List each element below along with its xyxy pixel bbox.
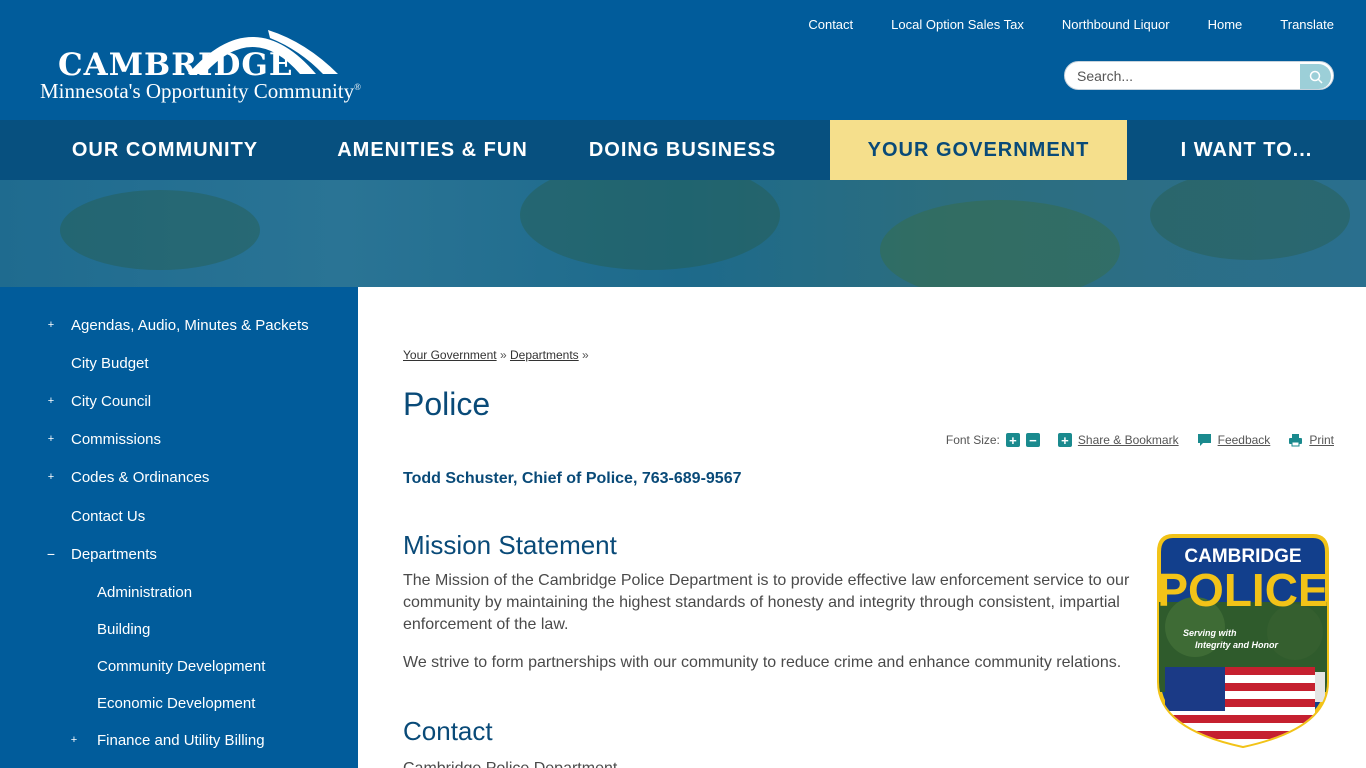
- sidebar-subitem-community-development[interactable]: Community Development: [0, 651, 358, 681]
- chief-contact: Todd Schuster, Chief of Police, 763-689-…: [403, 470, 742, 487]
- util-link-contact[interactable]: Contact: [808, 17, 853, 32]
- sidebar-subitem-administration[interactable]: Administration: [0, 577, 358, 607]
- sidebar-item-commissions[interactable]: + Commissions: [0, 424, 358, 454]
- util-link-translate[interactable]: Translate: [1280, 17, 1334, 32]
- sidebar-item-label: Building: [97, 620, 151, 638]
- print-link[interactable]: Print: [1309, 433, 1334, 447]
- sidebar-subitem-economic-development[interactable]: Economic Development: [0, 688, 358, 718]
- share-bookmark-button[interactable]: + Share & Bookmark: [1057, 433, 1179, 448]
- sidebar-item-label: Departments: [71, 545, 157, 563]
- expand-plus-icon[interactable]: +: [67, 734, 81, 746]
- nav-your-government[interactable]: YOUR GOVERNMENT: [830, 120, 1127, 180]
- sidebar-item-departments[interactable]: − Departments: [0, 539, 358, 569]
- share-plus-icon: +: [1057, 433, 1072, 448]
- breadcrumb-your-government[interactable]: Your Government: [403, 348, 497, 362]
- breadcrumb-departments[interactable]: Departments: [510, 348, 579, 362]
- expand-plus-icon[interactable]: +: [44, 395, 58, 407]
- sidebar-item-codes[interactable]: + Codes & Ordinances: [0, 462, 358, 492]
- site-header: CAMBRIDGE Minnesota's Opportunity Commun…: [0, 0, 1366, 120]
- sidebar-nav: + Agendas, Audio, Minutes & Packets City…: [0, 287, 358, 768]
- collapse-minus-icon[interactable]: −: [44, 546, 58, 562]
- main-nav: OUR COMMUNITY AMENITIES & FUN DOING BUSI…: [0, 120, 1366, 180]
- expand-plus-icon[interactable]: +: [44, 319, 58, 331]
- search-icon: [1309, 70, 1323, 84]
- sidebar-item-city-council[interactable]: + City Council: [0, 386, 358, 416]
- expand-plus-icon[interactable]: +: [44, 433, 58, 445]
- sidebar-subitem-finance[interactable]: + Finance and Utility Billing: [0, 725, 358, 755]
- page-tools: Font Size: + − + Share & Bookmark Feedba…: [945, 433, 1334, 448]
- sidebar-item-label: Contact Us: [71, 507, 146, 525]
- nav-doing-business[interactable]: DOING BUSINESS: [535, 120, 830, 180]
- util-link-home[interactable]: Home: [1208, 17, 1243, 32]
- sidebar-item-label: City Council: [71, 392, 152, 410]
- sidebar-item-label: City Budget: [71, 354, 149, 372]
- mission-text-2: We strive to form partnerships with our …: [403, 654, 1122, 671]
- badge-motto-1: Serving with: [1183, 628, 1237, 638]
- sidebar-item-label: Economic Development: [97, 694, 256, 712]
- util-link-sales-tax[interactable]: Local Option Sales Tax: [891, 17, 1024, 32]
- police-badge-icon: CAMBRIDGE POLICE Serving with Integrity …: [1157, 534, 1329, 749]
- search-box: [1064, 61, 1334, 90]
- nav-amenities-fun[interactable]: AMENITIES & FUN: [330, 120, 535, 180]
- sidebar-item-agendas[interactable]: + Agendas, Audio, Minutes & Packets: [0, 310, 358, 340]
- page-title: Police: [403, 386, 491, 422]
- font-size-label: Font Size:: [945, 433, 1000, 447]
- contact-heading: Contact: [403, 716, 493, 746]
- sidebar-item-label: Agendas, Audio, Minutes & Packets: [71, 316, 309, 334]
- font-increase-icon[interactable]: +: [1005, 433, 1020, 448]
- sidebar-item-label: Codes & Ordinances: [71, 468, 210, 486]
- nav-i-want-to[interactable]: I WANT TO...: [1127, 120, 1366, 180]
- sidebar-item-label: Community Development: [97, 657, 266, 675]
- hero-banner: [0, 180, 1366, 287]
- feedback-button[interactable]: Feedback: [1197, 433, 1271, 447]
- breadcrumb: Your Government » Departments »: [403, 348, 589, 362]
- mission-heading: Mission Statement: [403, 530, 617, 560]
- contact-line: Cambridge Police Department: [403, 758, 1143, 768]
- nav-our-community[interactable]: OUR COMMUNITY: [0, 120, 330, 180]
- sidebar-item-city-budget[interactable]: City Budget: [0, 348, 358, 378]
- print-button[interactable]: Print: [1288, 433, 1334, 447]
- badge-main-text: POLICE: [1157, 564, 1328, 616]
- badge-motto-2: Integrity and Honor: [1195, 640, 1278, 650]
- sidebar-item-label: Finance and Utility Billing: [97, 731, 265, 749]
- cambridge-logo[interactable]: CAMBRIDGE Minnesota's Opportunity Commun…: [38, 12, 368, 107]
- police-badge-image: CAMBRIDGE POLICE Serving with Integrity …: [1155, 532, 1331, 750]
- speech-bubble-icon: [1197, 434, 1211, 446]
- search-input[interactable]: [1077, 66, 1297, 86]
- sidebar-subitem-building[interactable]: Building: [0, 614, 358, 644]
- util-link-liquor[interactable]: Northbound Liquor: [1062, 17, 1170, 32]
- utility-nav: Contact Local Option Sales Tax Northboun…: [808, 17, 1334, 32]
- logo-wordmark: CAMBRIDGE: [58, 47, 294, 83]
- sidebar-item-label: Commissions: [71, 430, 162, 448]
- sidebar-item-label: Administration: [97, 583, 193, 601]
- font-decrease-icon[interactable]: −: [1025, 433, 1040, 448]
- expand-plus-icon[interactable]: +: [44, 471, 58, 483]
- sidebar-item-contact-us[interactable]: Contact Us: [0, 501, 358, 531]
- search-button[interactable]: [1300, 64, 1331, 89]
- printer-icon: [1289, 434, 1303, 447]
- share-bookmark-link[interactable]: Share & Bookmark: [1078, 433, 1179, 447]
- mission-text: The Mission of the Cambridge Police Depa…: [403, 572, 1130, 633]
- feedback-link[interactable]: Feedback: [1218, 433, 1271, 447]
- logo-tagline: Minnesota's Opportunity Community®: [40, 79, 361, 103]
